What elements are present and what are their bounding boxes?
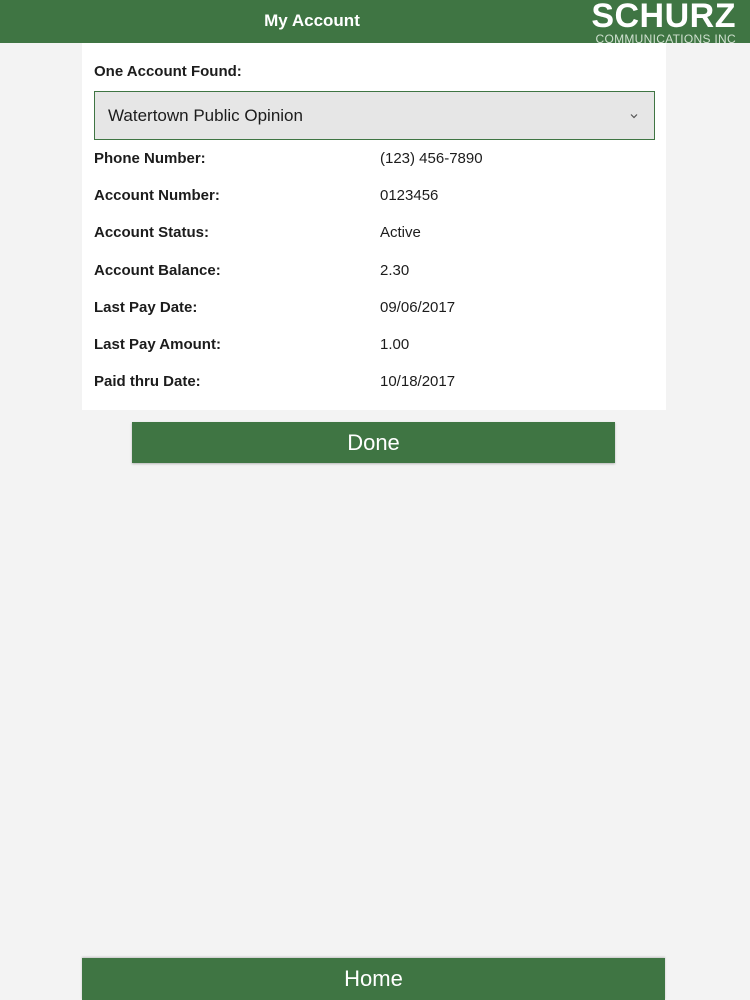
home-button[interactable]: Home — [82, 958, 665, 1000]
field-row-phone: Phone Number: (123) 456-7890 — [94, 150, 654, 172]
app-header: My Account SCHURZ COMMUNICATIONS INC — [0, 0, 750, 43]
field-label: Last Pay Date: — [94, 299, 198, 316]
accounts-found-label: One Account Found: — [94, 63, 242, 80]
done-button[interactable]: Done — [132, 422, 615, 463]
field-label: Last Pay Amount: — [94, 336, 221, 353]
field-value: 1.00 — [380, 336, 410, 353]
field-label: Paid thru Date: — [94, 373, 201, 390]
field-value: 09/06/2017 — [380, 299, 456, 316]
field-row-account-number: Account Number: 0123456 — [94, 187, 654, 209]
schurz-logo: SCHURZ COMMUNICATIONS INC — [564, 0, 736, 43]
account-panel: One Account Found: Watertown Public Opin… — [82, 43, 666, 410]
account-select[interactable]: Watertown Public Opinion — [94, 91, 655, 140]
field-row-paid-thru-date: Paid thru Date: 10/18/2017 — [94, 373, 654, 395]
field-value: (123) 456-7890 — [380, 150, 483, 167]
field-label: Account Number: — [94, 187, 220, 204]
field-row-last-pay-amount: Last Pay Amount: 1.00 — [94, 336, 654, 358]
field-row-account-balance: Account Balance: 2.30 — [94, 262, 654, 284]
field-value: 0123456 — [380, 187, 439, 204]
field-value: 2.30 — [380, 262, 410, 279]
field-label: Account Status: — [94, 224, 210, 241]
field-value: 10/18/2017 — [380, 373, 456, 390]
logo-tagline: COMMUNICATIONS INC — [595, 32, 736, 43]
field-row-account-status: Account Status: Active — [94, 224, 654, 246]
chevron-down-icon — [630, 114, 638, 119]
field-label: Account Balance: — [94, 262, 221, 279]
field-row-last-pay-date: Last Pay Date: 09/06/2017 — [94, 299, 654, 321]
account-select-value: Watertown Public Opinion — [108, 105, 303, 125]
logo-wordmark: SCHURZ — [591, 0, 736, 35]
page-title: My Account — [264, 11, 360, 30]
field-label: Phone Number: — [94, 150, 206, 167]
field-value: Active — [380, 224, 421, 241]
